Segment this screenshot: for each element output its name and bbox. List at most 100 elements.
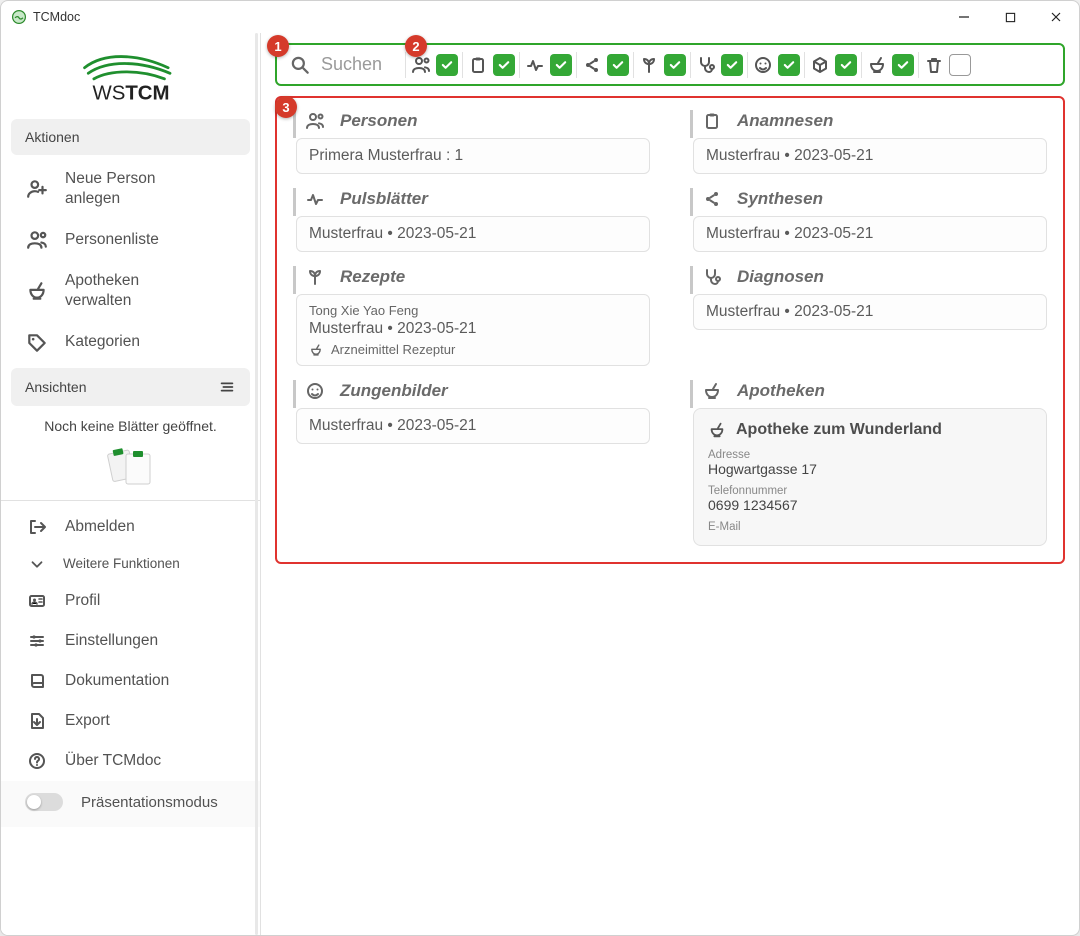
filter-heartbeat[interactable] — [519, 52, 576, 78]
filter-checkbox[interactable] — [778, 54, 800, 76]
group-zungenbilder: Zungenbilder Musterfrau • 2023-05-21 — [293, 380, 650, 546]
filter-checkbox[interactable] — [607, 54, 629, 76]
filter-share[interactable] — [576, 52, 633, 78]
window-minimize-button[interactable] — [941, 1, 987, 33]
results-panel: 3 Personen Primera Musterfrau : 1 Anamne… — [275, 96, 1065, 564]
nav-neue-person[interactable]: Neue Person anlegen — [1, 159, 260, 219]
main-area: 1 2 3 Personen Primera Musterfrau : 1 — [261, 33, 1079, 935]
filter-checkbox[interactable] — [664, 54, 686, 76]
result-card[interactable]: Musterfrau • 2023-05-21 — [296, 408, 650, 444]
clipboard-illustration — [1, 438, 260, 494]
window-close-button[interactable] — [1033, 1, 1079, 33]
tag-icon — [25, 332, 49, 354]
section-header-aktionen: Aktionen — [11, 119, 250, 155]
search-input[interactable] — [319, 53, 397, 76]
annotation-marker-3: 3 — [275, 96, 297, 118]
cube-icon — [809, 54, 831, 76]
mortar-icon — [309, 343, 323, 357]
nav-einstellungen[interactable]: Einstellungen — [1, 621, 260, 661]
filter-checkbox[interactable] — [892, 54, 914, 76]
result-card[interactable]: Tong Xie Yao Feng Musterfrau • 2023-05-2… — [296, 294, 650, 366]
filter-mortar[interactable] — [861, 52, 918, 78]
nav-label: Über TCMdoc — [65, 751, 161, 771]
group-title: Diagnosen — [737, 267, 824, 287]
card-text: Musterfrau • 2023-05-21 — [309, 225, 637, 243]
group-title: Rezepte — [340, 267, 405, 287]
logo: WSTCM — [1, 33, 260, 115]
stethoscope-icon — [701, 266, 723, 288]
card-text: Musterfrau • 2023-05-21 — [706, 303, 1034, 321]
nav-export[interactable]: Export — [1, 701, 260, 741]
nav-abmelden[interactable]: Abmelden — [1, 507, 260, 547]
mortar-icon — [708, 421, 726, 439]
app-icon — [11, 9, 27, 25]
pharmacy-card[interactable]: Apotheke zum Wunderland Adresse Hogwartg… — [693, 408, 1047, 546]
filter-stethoscope[interactable] — [690, 52, 747, 78]
sidebar: WSTCM Aktionen Neue Person anlegen Perso… — [1, 33, 261, 935]
nav-personenliste[interactable]: Personenliste — [1, 219, 260, 261]
filter-checkbox[interactable] — [493, 54, 515, 76]
nav-ueber[interactable]: Über TCMdoc — [1, 741, 260, 781]
nav-kategorien[interactable]: Kategorien — [1, 322, 260, 364]
nav-profil[interactable]: Profil — [1, 581, 260, 621]
pharmacy-addr: Hogwartgasse 17 — [708, 461, 1032, 477]
result-card[interactable]: Musterfrau • 2023-05-21 — [296, 216, 650, 252]
group-personen: Personen Primera Musterfrau : 1 — [293, 110, 650, 174]
card-pretitle: Tong Xie Yao Feng — [309, 303, 637, 318]
svg-text:WSTCM: WSTCM — [92, 82, 169, 104]
filter-checkbox[interactable] — [436, 54, 458, 76]
stethoscope-icon — [695, 54, 717, 76]
heartbeat-icon — [524, 54, 546, 76]
card-text: Musterfrau • 2023-05-21 — [309, 320, 637, 338]
nav-weitere-funktionen[interactable]: Weitere Funktionen — [1, 547, 260, 581]
filter-checkbox[interactable] — [835, 54, 857, 76]
window-title: TCMdoc — [33, 10, 80, 24]
sidebar-scrollbar[interactable] — [255, 33, 258, 935]
group-title: Apotheken — [737, 381, 825, 401]
pharmacy-tel-label: Telefonnummer — [708, 485, 1032, 497]
filter-face[interactable] — [747, 52, 804, 78]
group-anamnesen: Anamnesen Musterfrau • 2023-05-21 — [690, 110, 1047, 174]
nav-label: Neue Person anlegen — [65, 169, 195, 209]
group-title: Anamnesen — [737, 111, 833, 131]
filter-cube[interactable] — [804, 52, 861, 78]
result-card[interactable]: Primera Musterfrau : 1 — [296, 138, 650, 174]
presentation-mode-row: Präsentationsmodus — [1, 781, 260, 827]
nav-apotheken-verwalten[interactable]: Apotheken verwalten — [1, 261, 260, 321]
group-apotheken: Apotheken Apotheke zum Wunderland Adress… — [690, 380, 1047, 546]
logout-icon — [25, 517, 49, 537]
presentation-toggle[interactable] — [25, 793, 63, 811]
book-icon — [25, 671, 49, 691]
share-icon — [701, 188, 723, 210]
group-title: Zungenbilder — [340, 381, 448, 401]
nav-label: Kategorien — [65, 332, 140, 352]
group-title: Synthesen — [737, 189, 823, 209]
lines-icon[interactable] — [218, 378, 236, 396]
section-header-label: Ansichten — [25, 379, 86, 395]
result-card[interactable]: Musterfrau • 2023-05-21 — [693, 216, 1047, 252]
nav-dokumentation[interactable]: Dokumentation — [1, 661, 260, 701]
chevron-down-icon — [25, 555, 49, 573]
filter-sprout[interactable] — [633, 52, 690, 78]
export-icon — [25, 711, 49, 731]
card-text: Primera Musterfrau : 1 — [309, 147, 637, 165]
result-card[interactable]: Musterfrau • 2023-05-21 — [693, 294, 1047, 330]
search-icon — [289, 54, 311, 76]
result-card[interactable]: Musterfrau • 2023-05-21 — [693, 138, 1047, 174]
annotation-marker-2: 2 — [405, 35, 427, 57]
group-title: Pulsblätter — [340, 189, 428, 209]
filter-clipboard[interactable] — [462, 52, 519, 78]
presentation-label: Präsentationsmodus — [81, 794, 218, 811]
section-header-ansichten: Ansichten — [11, 368, 250, 406]
share-icon — [581, 54, 603, 76]
filter-checkbox[interactable] — [949, 54, 971, 76]
card-text: Musterfrau • 2023-05-21 — [706, 147, 1034, 165]
filter-checkbox[interactable] — [550, 54, 572, 76]
annotation-marker-1: 1 — [267, 35, 289, 57]
filter-checkbox[interactable] — [721, 54, 743, 76]
group-rezepte: Rezepte Tong Xie Yao Feng Musterfrau • 2… — [293, 266, 650, 366]
window-maximize-button[interactable] — [987, 1, 1033, 33]
nav-label: Einstellungen — [65, 631, 158, 651]
clipboard-icon — [701, 110, 723, 132]
filter-trash[interactable] — [918, 52, 975, 78]
